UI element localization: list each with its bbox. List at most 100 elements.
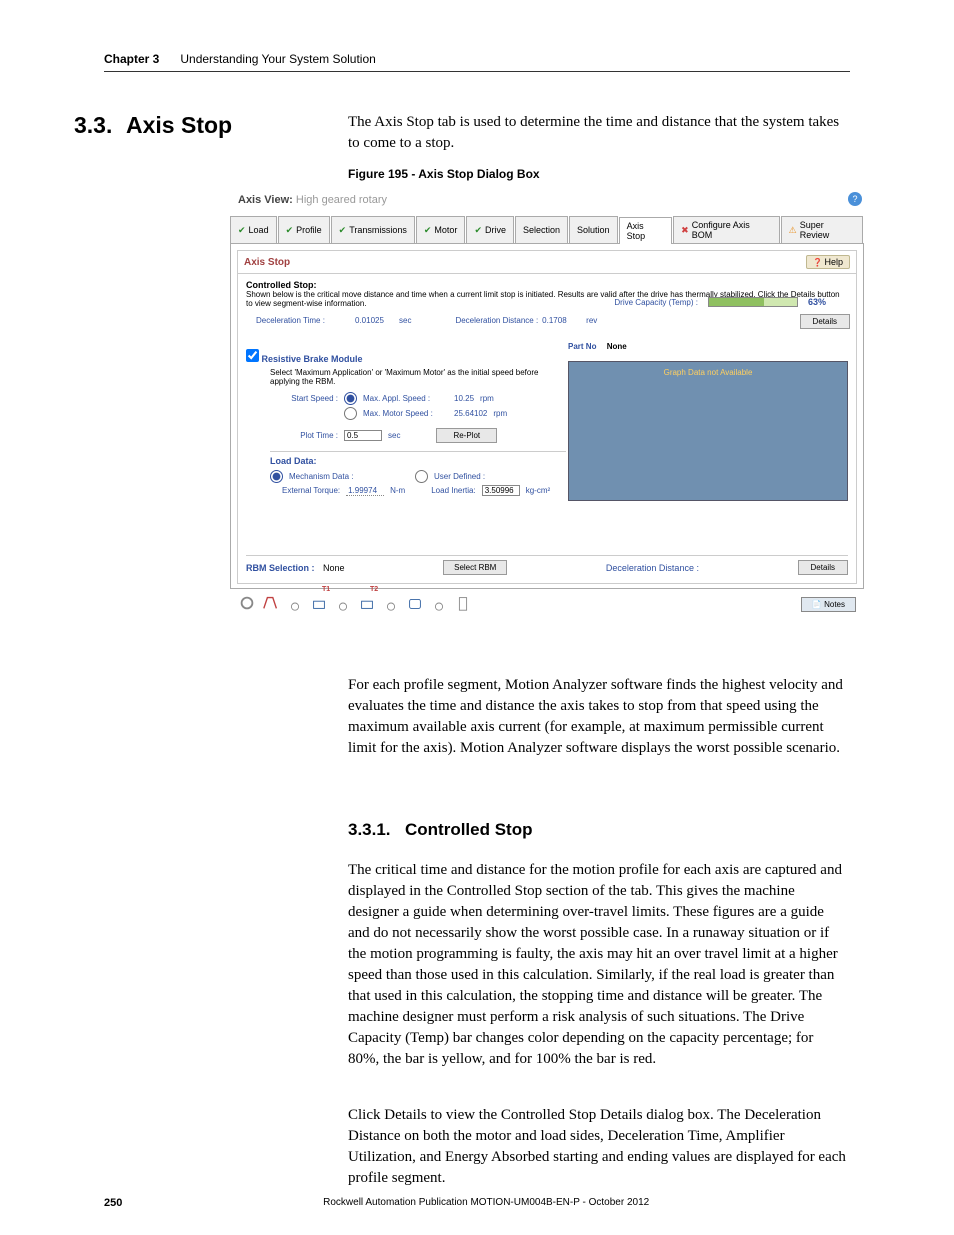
transmission-icon-3[interactable] (382, 594, 400, 612)
decel-time-row: Deceleration Time : 0.01025 sec Decelera… (246, 314, 848, 327)
check-icon: ✔ (339, 225, 347, 236)
part-no-value: None (607, 342, 627, 351)
tab-selection[interactable]: Selection (515, 216, 568, 243)
motor-t1-icon[interactable]: T1 (310, 594, 328, 612)
profile-icon[interactable] (262, 594, 280, 612)
page-header: Chapter 3 Understanding Your System Solu… (104, 52, 850, 72)
controlled-stop-label: Controlled Stop: (246, 280, 848, 290)
load-inertia-label: Load Inertia: (431, 486, 475, 495)
rbm-selection-value: None (323, 563, 345, 573)
replot-button[interactable]: Re-Plot (436, 428, 497, 443)
gear-icon[interactable] (238, 594, 256, 612)
mechanism-data-label: Mechanism Data : (289, 472, 409, 481)
ext-torque-label: External Torque: (282, 486, 340, 495)
decel-dist-bottom-label: Deceleration Distance : (606, 563, 699, 573)
drive-capacity-bar (708, 297, 798, 307)
section-number: 3.3. (74, 112, 112, 139)
ext-torque-value: 1.99974 (346, 486, 384, 496)
ext-torque-unit: N-m (390, 486, 405, 495)
user-defined-label: User Defined : (434, 472, 485, 481)
icon-strip: T1 T2 📄 Notes (238, 582, 856, 612)
plot-time-label: Plot Time : (270, 431, 338, 440)
user-defined-radio[interactable] (415, 470, 428, 483)
load-inertia-unit: kg-cm² (526, 486, 550, 495)
tab-transmissions[interactable]: ✔Transmissions (331, 216, 415, 243)
tab-solution[interactable]: Solution (569, 216, 618, 243)
help-button[interactable]: Help (806, 255, 850, 269)
plot-time-input[interactable] (344, 430, 382, 441)
chapter-title: Understanding Your System Solution (180, 52, 375, 66)
rbm-selection-label: RBM Selection : (246, 563, 315, 573)
drive-capacity-label: Drive Capacity (Temp) : (614, 298, 698, 307)
panel-title: Axis Stop (244, 257, 290, 268)
part-no-label: Part No (568, 342, 596, 351)
tab-load[interactable]: ✔Load (230, 216, 277, 243)
max-appl-label: Max. Appl. Speed : (363, 394, 448, 403)
transmission-icon-4[interactable] (430, 594, 448, 612)
tab-axis-stop[interactable]: Axis Stop (619, 217, 673, 244)
tab-profile[interactable]: ✔Profile (278, 216, 330, 243)
rbm-checkbox-label[interactable]: Resistive Brake Module (246, 354, 363, 364)
max-motor-unit: rpm (493, 409, 507, 418)
motor-icon[interactable] (406, 594, 424, 612)
cross-icon: ✖ (681, 225, 689, 236)
graph-message: Graph Data not Available (664, 368, 753, 377)
details-button-bottom[interactable]: Details (798, 560, 848, 575)
check-icon: ✔ (238, 225, 246, 236)
check-icon: ✔ (286, 225, 294, 236)
help-icon[interactable]: ? (848, 192, 862, 206)
warning-icon: ⚠ (789, 225, 797, 236)
transmission-icon[interactable] (286, 594, 304, 612)
decel-time-value: 0.01025 (355, 316, 395, 325)
axis-stop-panel: Axis Stop Help Controlled Stop: Shown be… (230, 244, 864, 589)
tab-motor[interactable]: ✔Motor (416, 216, 466, 243)
motor-t2-icon[interactable]: T2 (358, 594, 376, 612)
plot-time-unit: sec (388, 431, 400, 440)
paragraph-2: The critical time and distance for the m… (348, 860, 848, 1070)
tab-drive[interactable]: ✔Drive (466, 216, 514, 243)
publication-line: Rockwell Automation Publication MOTION-U… (323, 1197, 649, 1209)
page-footer: 250 Rockwell Automation Publication MOTI… (104, 1197, 850, 1209)
load-inertia-input[interactable] (482, 485, 520, 496)
subsection-title: Controlled Stop (405, 820, 532, 840)
paragraph-1: For each profile segment, Motion Analyze… (348, 675, 848, 759)
rbm-right-column: Part No None Graph Data not Available (568, 342, 848, 501)
part-no-row: Part No None (568, 342, 848, 351)
drive-capacity-pct: 63% (808, 297, 826, 307)
drive-icon[interactable] (454, 594, 472, 612)
rbm-checkbox[interactable] (246, 349, 259, 362)
figure-caption: Figure 195 - Axis Stop Dialog Box (348, 167, 540, 181)
max-motor-radio[interactable] (344, 407, 357, 420)
decel-time-unit: sec (399, 316, 411, 325)
max-appl-radio[interactable] (344, 392, 357, 405)
decel-dist-label: Deceleration Distance : (455, 316, 538, 325)
transmission-icon-2[interactable] (334, 594, 352, 612)
axis-view-row: Axis View: High geared rotary (230, 192, 864, 208)
notes-button[interactable]: 📄 Notes (801, 597, 856, 612)
axis-stop-dialog: Axis View: High geared rotary ? ✔Load ✔P… (230, 192, 864, 612)
page-number: 250 (104, 1197, 122, 1209)
details-button[interactable]: Details (800, 314, 850, 329)
paragraph-3: Click Details to view the Controlled Sto… (348, 1105, 848, 1189)
panel-title-row: Axis Stop Help (237, 250, 857, 274)
select-rbm-button[interactable]: Select RBM (443, 560, 507, 575)
check-icon: ✔ (424, 225, 432, 236)
rbm-description: Select 'Maximum Application' or 'Maximum… (270, 368, 566, 386)
decel-dist-value: 0.1708 (542, 316, 582, 325)
max-motor-value: 25.64102 (454, 409, 487, 418)
mechanism-data-radio[interactable] (270, 470, 283, 483)
drive-capacity-row: Drive Capacity (Temp) : 63% (614, 297, 826, 307)
max-appl-value: 10.25 (454, 394, 474, 403)
rbm-left-column: Select 'Maximum Application' or 'Maximum… (246, 364, 576, 502)
axis-view-label: Axis View: (238, 194, 293, 206)
rbm-bottom-row: RBM Selection : None Select RBM Decelera… (246, 555, 848, 575)
tab-bar: ✔Load ✔Profile ✔Transmissions ✔Motor ✔Dr… (230, 216, 864, 244)
decel-time-label: Deceleration Time : (256, 316, 351, 325)
load-data-section: Load Data: Mechanism Data : User Defined… (270, 451, 566, 496)
load-data-title: Load Data: (270, 456, 566, 466)
tab-configure-bom[interactable]: ✖Configure Axis BOM (673, 216, 780, 243)
axis-view-value: High geared rotary (296, 194, 387, 206)
chapter-label: Chapter 3 (104, 52, 159, 66)
panel-content: Controlled Stop: Shown below is the crit… (237, 274, 857, 584)
tab-super-review[interactable]: ⚠Super Review (781, 216, 863, 243)
